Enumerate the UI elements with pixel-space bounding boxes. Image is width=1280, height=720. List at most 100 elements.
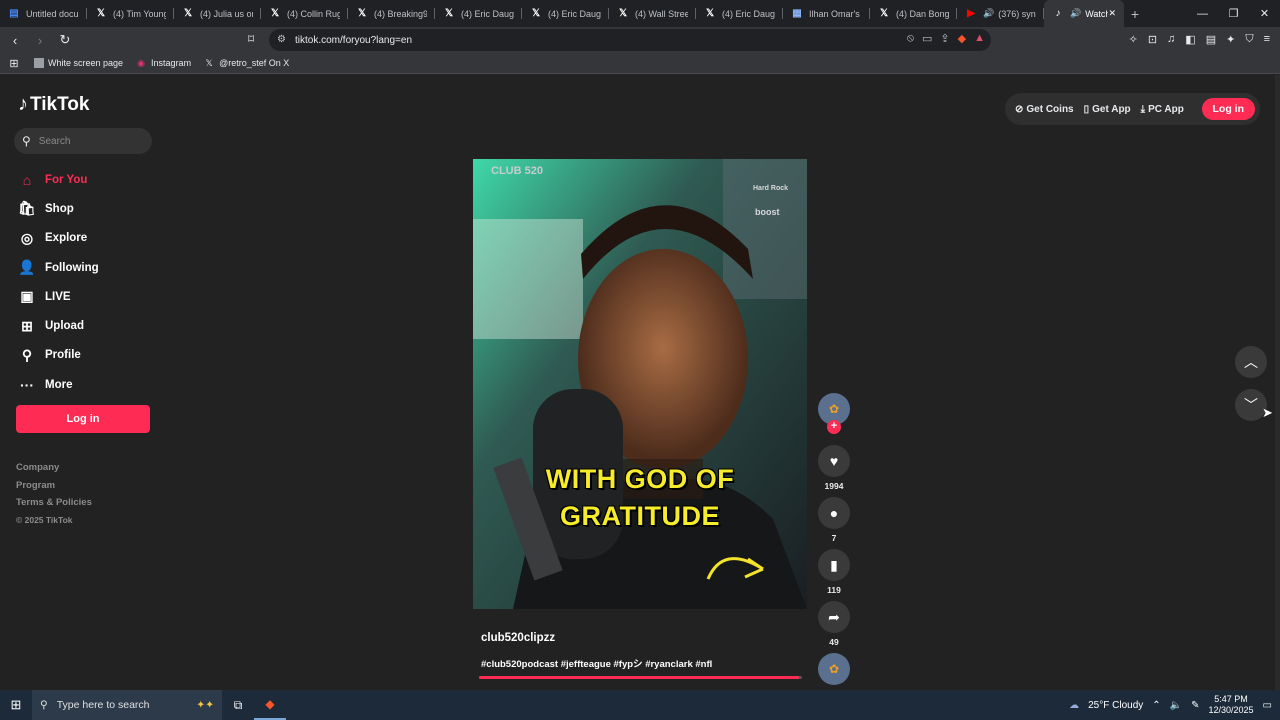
task-view-icon[interactable]: ⧉ — [222, 690, 254, 720]
browser-tab[interactable]: 𝕏 (4) Eric Daughe — [696, 0, 783, 27]
browser-tab[interactable]: 𝕏 (4) Eric Daughe — [435, 0, 522, 27]
notifications-icon[interactable]: ▭ — [1263, 700, 1272, 711]
browser-tab[interactable]: ▦ Ilhan Omar's h — [783, 0, 870, 27]
share-button[interactable]: ➦ — [818, 601, 850, 633]
like-button[interactable]: ♥ — [818, 445, 850, 477]
bookmark-instagram[interactable]: ◉ Instagram — [135, 57, 191, 69]
comment-button[interactable]: ● — [818, 497, 850, 529]
search-input[interactable]: ⚲ Search — [14, 128, 152, 154]
menu-icon[interactable]: ≡ — [1264, 33, 1270, 46]
close-window-icon[interactable]: ✕ — [1249, 0, 1280, 27]
page-icon — [34, 58, 44, 68]
wallet-icon[interactable]: ▤ — [1206, 33, 1216, 46]
weather-icon[interactable]: ☁ — [1069, 700, 1079, 711]
media-icon[interactable]: ♫ — [1167, 33, 1175, 46]
video-player[interactable]: CLUB 520 Hard Rock boost WITH GOD OF GRA… — [473, 159, 807, 609]
sidebar-login-button[interactable]: Log in — [16, 405, 150, 433]
back-icon[interactable]: ‹ — [5, 30, 25, 50]
heart-icon: ♥ — [829, 453, 839, 469]
leo-ai-icon[interactable]: ✦ — [1226, 33, 1235, 46]
get-coins-button[interactable]: ⊘ Get Coins — [1015, 104, 1074, 115]
browser-tab[interactable]: 𝕏 (4) Dan Bongin — [870, 0, 957, 27]
brave-rewards-icon[interactable]: ▲ — [974, 32, 985, 45]
caption-line-1: WITH GOD OF — [545, 464, 735, 494]
minimize-icon[interactable]: — — [1187, 0, 1218, 27]
follow-plus-icon[interactable]: + — [827, 420, 841, 434]
pc-app-button[interactable]: ⤓ PC App — [1141, 104, 1184, 115]
volume-icon[interactable]: 🔈 — [1170, 700, 1182, 711]
extensions-icon[interactable]: ✧ — [1129, 33, 1138, 46]
music-disc[interactable]: ✿ — [818, 653, 850, 685]
sidebar-item-profile[interactable]: ⚲ Profile — [17, 341, 99, 370]
creator-avatar[interactable]: ✿ + — [818, 393, 850, 434]
close-tab-icon[interactable]: ✕ — [1108, 8, 1116, 19]
sidebar-item-label: For You — [45, 173, 88, 186]
network-icon[interactable]: ✎ — [1191, 700, 1199, 711]
tray-chevron-icon[interactable]: ⌃ — [1152, 700, 1160, 711]
sidebar-item-explore[interactable]: ◎ Explore — [17, 224, 99, 253]
footer-terms-link[interactable]: Terms & Policies — [16, 494, 92, 512]
video-progress-fill — [479, 676, 799, 679]
audio-playing-icon[interactable]: 🔊 — [1070, 8, 1081, 19]
taskbar-search-input[interactable]: ⚲ Type here to search ✦✦ — [32, 690, 222, 720]
brave-browser-icon[interactable]: ◆ — [254, 690, 286, 720]
apps-grid-icon[interactable]: ⊞ — [8, 57, 20, 70]
browser-tab[interactable]: 𝕏 (4) Wall Street — [609, 0, 696, 27]
browser-tab[interactable]: 𝕏 (4) Tim Young — [87, 0, 174, 27]
browser-tab[interactable]: 𝕏 (4) Eric Daughe — [522, 0, 609, 27]
sidebar-item-more[interactable]: ··· More — [17, 370, 99, 399]
download-icon: ⤓ — [1140, 103, 1146, 115]
bookmark-white-screen[interactable]: White screen page — [34, 58, 123, 68]
footer-program-link[interactable]: Program — [16, 477, 92, 495]
video-progress-bar[interactable] — [479, 676, 802, 679]
previous-video-button[interactable]: ︿ — [1235, 346, 1267, 378]
vpn-icon[interactable]: ⛉ — [1245, 33, 1253, 46]
reload-icon[interactable]: ↻ — [55, 30, 75, 50]
browser-tab[interactable]: ▤ Untitled docum — [0, 0, 87, 27]
share-icon[interactable]: ⇪ — [940, 32, 949, 45]
sidebar-item-following[interactable]: 👤 Following — [17, 253, 98, 282]
browser-tab[interactable]: ▶ 🔊 (376) synth — [957, 0, 1044, 27]
restore-icon[interactable]: ❐ — [1218, 0, 1249, 27]
sidebar-item-upload[interactable]: ⊞ Upload — [17, 311, 99, 340]
chevron-up-icon: ︿ — [1244, 354, 1258, 370]
video-frame — [473, 159, 807, 609]
sidebar-item-shop[interactable]: 🛍 Shop — [17, 194, 99, 223]
save-button[interactable]: ▮ — [818, 549, 850, 581]
page-scrollbar[interactable] — [1275, 75, 1280, 690]
get-app-button[interactable]: ▯ Get App — [1084, 104, 1131, 115]
address-bar[interactable]: ⚙ tiktok.com/foryou?lang=en ⦸ ▭ ⇪ ◆ ▲ — [269, 29, 991, 51]
video-hashtags[interactable]: #club520podcast #jeffteague #fypシ #ryanc… — [481, 656, 712, 670]
browser-tab[interactable]: 𝕏 (4) Breaking911 — [348, 0, 435, 27]
bookmark-page-icon[interactable]: ⌑ — [248, 32, 254, 46]
footer-company-link[interactable]: Company — [16, 459, 92, 477]
compass-icon: ◎ — [20, 229, 34, 246]
coin-icon: ⊘ — [1015, 103, 1024, 115]
site-settings-icon[interactable]: ⚙ — [277, 34, 286, 45]
screenshot-icon[interactable]: ⊡ — [1148, 33, 1157, 46]
audio-playing-icon[interactable]: 🔊 — [983, 8, 994, 19]
sidebar-item-for-you[interactable]: ⌂ For You — [17, 165, 99, 194]
comment-count: 7 — [831, 533, 837, 543]
cast-icon[interactable]: ▭ — [922, 32, 932, 45]
tiktok-logo[interactable]: ♪ TikTok — [18, 93, 89, 116]
sidebar-item-label: Explore — [45, 232, 88, 245]
sidebar-item-label: LIVE — [45, 290, 71, 303]
comment-icon: ● — [829, 505, 839, 521]
browser-tab-active[interactable]: ♪ 🔊 Watch t✕ — [1044, 0, 1124, 27]
header-login-button[interactable]: Log in — [1201, 98, 1255, 120]
browser-tab[interactable]: 𝕏 (4) Collin Rugg — [261, 0, 348, 27]
mute-icon[interactable]: ⦸ — [907, 32, 914, 45]
bookmark-retro-stef[interactable]: 𝕏 @retro_stef On X — [203, 57, 289, 69]
new-tab-button[interactable]: + — [1124, 6, 1146, 22]
browser-tab[interactable]: 𝕏 (4) Julia us on — [174, 0, 261, 27]
forward-icon[interactable]: › — [30, 30, 50, 50]
video-author[interactable]: club520clipzz — [481, 632, 555, 644]
sidebar-item-live[interactable]: ▣ LIVE — [17, 282, 99, 311]
clock[interactable]: 5:47 PM 12/30/2025 — [1209, 694, 1254, 716]
address-url[interactable]: tiktok.com/foryou?lang=en — [295, 35, 412, 46]
windows-start-icon[interactable]: ⊞ — [0, 690, 32, 720]
sidebar-icon[interactable]: ◧ — [1185, 33, 1195, 46]
weather-text[interactable]: 25°F Cloudy — [1088, 700, 1143, 711]
brave-shields-icon[interactable]: ◆ — [958, 32, 966, 45]
